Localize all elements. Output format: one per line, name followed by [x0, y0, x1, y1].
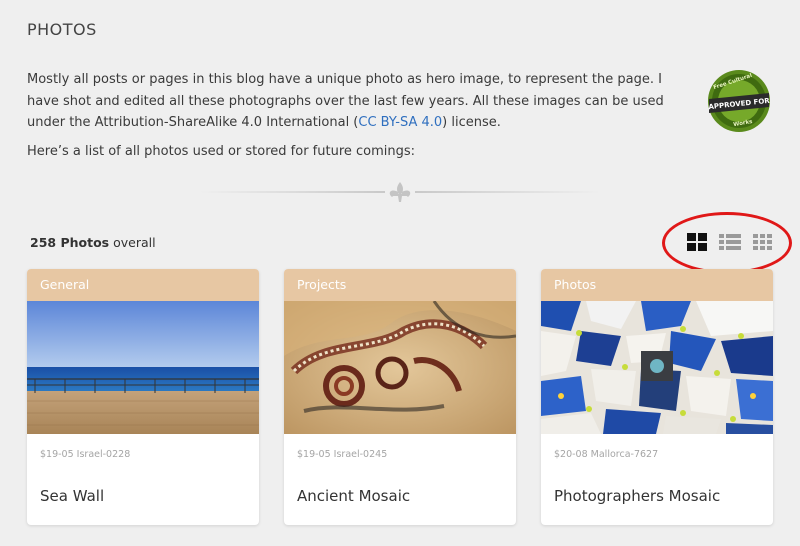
card-meta: $19-05 Israel-0228	[40, 449, 131, 460]
card-category[interactable]: Projects	[284, 269, 516, 301]
card-category[interactable]: Photos	[541, 269, 773, 301]
photo-count-number: 258 Photos	[30, 235, 110, 250]
intro-text-end: ) license.	[442, 115, 501, 130]
fleur-de-lis-icon	[389, 182, 411, 202]
photo-count-suffix: overall	[113, 235, 156, 250]
photo-card-photographers-mosaic[interactable]: Photos $20-08 Mallorca-7627 Photographer…	[541, 269, 773, 525]
ancient-mosaic-photo[interactable]	[284, 301, 516, 434]
photo-card-ancient-mosaic[interactable]: Projects $19-05 Israel-0245 Ancient Mosa…	[284, 269, 516, 525]
page-title: PHOTOS	[27, 20, 97, 39]
free-cultural-works-badge-icon[interactable]: APPROVED FOR Free Cultural Works	[707, 69, 771, 133]
card-meta: $20-08 Mallorca-7627	[554, 449, 659, 460]
card-title[interactable]: Sea Wall	[40, 487, 104, 505]
intro-text: Mostly all posts or pages in this blog h…	[27, 69, 682, 134]
photo-card-sea-wall[interactable]: General $19-05 Israel-0228 Sea Wall	[27, 269, 259, 525]
license-link[interactable]: CC BY-SA 4.0	[358, 115, 442, 130]
intro-text-part: Mostly all posts or pages in this blog h…	[27, 72, 664, 130]
card-category[interactable]: General	[27, 269, 259, 301]
ornament-divider	[200, 182, 600, 202]
photographers-mosaic-photo[interactable]	[541, 301, 773, 434]
card-title[interactable]: Ancient Mosaic	[297, 487, 410, 505]
view-mode-highlight-circle	[662, 212, 792, 274]
card-meta: $19-05 Israel-0245	[297, 449, 388, 460]
photo-count: 258 Photos overall	[30, 235, 156, 250]
sea-wall-photo[interactable]	[27, 301, 259, 434]
card-title[interactable]: Photographers Mosaic	[554, 487, 720, 505]
list-intro-text: Here’s a list of all photos used or stor…	[27, 144, 416, 159]
